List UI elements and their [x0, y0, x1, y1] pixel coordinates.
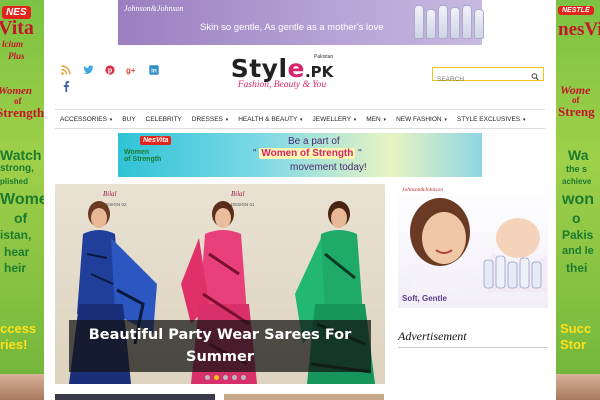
slider-pagination [205, 375, 246, 380]
top-banner-ad[interactable]: Johnson&Johnson Skin so gentle, As gentl… [118, 0, 484, 45]
ad-subline: Plus [8, 51, 25, 61]
nav-item-style-exclusives[interactable]: STYLE EXCLUSIVES ▾ [457, 116, 526, 123]
ad-success-line: Stor [560, 337, 586, 352]
rss-icon[interactable] [60, 64, 72, 76]
nav-item-dresses[interactable]: DRESSES ▾ [192, 116, 228, 123]
social-links-row2 [60, 80, 72, 92]
banner-line: " Women of Strength " [253, 148, 362, 159]
ad-copy-line: the s [566, 164, 588, 174]
ad-copy-line: Women [0, 191, 44, 208]
chevron-down-icon: ▾ [353, 116, 357, 123]
ad-copy-line: plished [0, 177, 29, 186]
chevron-down-icon: ▾ [383, 116, 387, 123]
ad-copy-line: of [14, 210, 28, 226]
chevron-down-icon: ▾ [109, 116, 113, 123]
ad-copy-line: o [572, 210, 581, 226]
chevron-down-icon: ▾ [225, 116, 229, 123]
nav-item-health-beauty[interactable]: HEALTH & BEAUTY ▾ [238, 116, 302, 123]
chevron-down-icon: ▾ [522, 116, 526, 123]
site-tagline: Fashion, Beauty & You [237, 80, 327, 90]
logo-pakistan-label: Pakistan [314, 54, 334, 60]
nav-item-new-fashion[interactable]: NEW FASHION ▾ [396, 116, 447, 123]
svg-text:g+: g+ [126, 66, 136, 75]
search-input[interactable] [433, 73, 525, 86]
search-box [432, 67, 544, 86]
ad-success-line: ccess [0, 321, 37, 336]
ad-copy-line: won [562, 191, 594, 208]
search-icon[interactable] [531, 69, 539, 81]
main-navigation: ACCESSORIES ▾ BUY CELEBRITY DRESSES ▾ HE… [55, 109, 545, 129]
svg-text:p: p [108, 68, 112, 75]
advertisement-heading: Advertisement [398, 329, 467, 343]
ad-success-line: ries! [0, 337, 28, 352]
ad-photo [556, 374, 600, 400]
banner-brand: Johnson&Johnson [124, 4, 184, 13]
nav-item-men[interactable]: MEN ▾ [366, 116, 386, 123]
banner-line: Be a part of [288, 136, 340, 147]
ad-copy-line: and le [562, 245, 594, 257]
ad-copy-line: thei [566, 261, 588, 275]
logo-wordmark: Style [230, 54, 305, 83]
google-plus-icon[interactable]: g+ [126, 64, 138, 76]
slider-dot[interactable] [223, 375, 228, 380]
slider-dot[interactable] [232, 375, 237, 380]
nav-item-jewellery[interactable]: JEWELLERY ▾ [313, 116, 357, 123]
svg-text:in: in [151, 68, 157, 75]
left-skyscraper-ad[interactable]: NES Vita lcium Plus Women of Strength Wa… [0, 0, 44, 400]
slide-caption[interactable]: Beautiful Party Wear Sarees For Summer [69, 320, 371, 372]
slider-dot[interactable] [241, 375, 246, 380]
mother-baby-image [410, 198, 546, 292]
ad-brand-label: NESTLÉ [558, 6, 594, 15]
women-of-strength-banner-ad[interactable]: NesVita Women of Strength Be a part of " … [118, 133, 482, 177]
banner-brand: NesVita [140, 136, 172, 145]
ad-copy-line: strong, [0, 163, 34, 174]
ad-strength-text: Strength [0, 105, 44, 120]
nav-item-buy[interactable]: BUY [122, 116, 135, 123]
banner-side-title: Women of Strength [124, 149, 162, 164]
right-skyscraper-ad[interactable]: NESTLÉ nesVi Wome of Streng Wa the s ach… [556, 0, 600, 400]
site-logo[interactable]: Pakistan Style.PK Fashion, Beauty & You [224, 54, 340, 98]
featured-slider[interactable]: Bilal DESIGN 02 Bilal DESIGN 01 Beautifu… [55, 184, 385, 384]
post-thumbnail[interactable] [55, 394, 215, 400]
ad-copy-line: istan, [0, 228, 32, 242]
logo-pk: .PK [304, 63, 334, 81]
chevron-down-icon: ▾ [300, 116, 303, 123]
chevron-down-icon: ▾ [444, 116, 447, 123]
ad-copy-line: hear [4, 245, 30, 259]
slider-dot[interactable] [214, 375, 219, 380]
ad-success-line: Succ [560, 321, 592, 336]
ad-copy-line: achieve [562, 177, 592, 186]
ad-headline: nesVi [558, 19, 600, 40]
ad-copy-line: Wa [568, 147, 589, 163]
nav-item-celebrity[interactable]: CELEBRITY [146, 116, 182, 123]
ad-tagline: Soft, Gentle [402, 294, 447, 303]
ad-copy-line: heir [4, 261, 27, 275]
twitter-icon[interactable] [82, 64, 94, 76]
banner-tagline: Skin so gentle, As gentle as a mother's … [200, 22, 384, 33]
sidebar-ad[interactable]: Johnson&Johnson Soft, Gentle [398, 184, 548, 308]
banner-line: movement today! [290, 162, 367, 173]
slider-dot[interactable] [205, 375, 210, 380]
ad-copy-line: Pakis [562, 228, 594, 242]
ad-copy-line: Watch [0, 147, 42, 163]
ad-photo [0, 374, 44, 400]
pinterest-icon[interactable]: p [104, 64, 116, 76]
ad-headline: Vita [0, 17, 34, 39]
page: NES Vita lcium Plus Women of Strength Wa… [0, 0, 600, 400]
divider [398, 347, 548, 348]
nav-item-accessories[interactable]: ACCESSORIES ▾ [60, 116, 112, 123]
ad-subline: lcium [2, 39, 24, 49]
social-links: p g+ in [60, 64, 160, 76]
facebook-icon[interactable] [60, 80, 72, 92]
linkedin-icon[interactable]: in [148, 64, 160, 76]
ad-strength-text: Streng [558, 104, 595, 119]
post-thumbnail[interactable] [224, 394, 384, 400]
product-bottles-image [414, 5, 484, 39]
